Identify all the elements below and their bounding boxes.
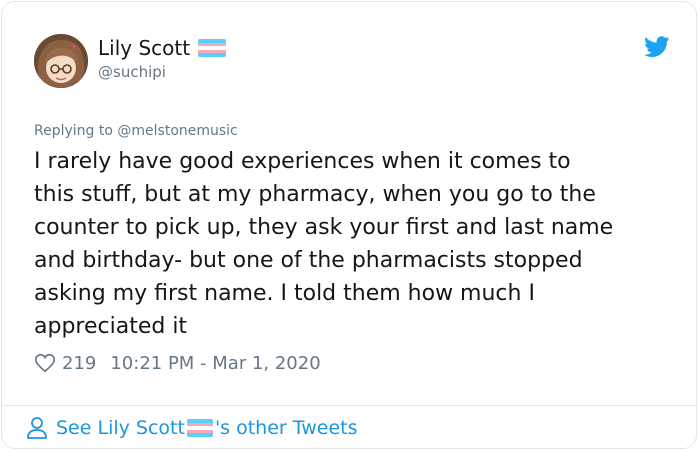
divider <box>2 405 696 406</box>
footer-suffix[interactable]: 's other Tweets <box>215 417 358 439</box>
like-count[interactable]: 219 <box>62 353 96 374</box>
author-handle[interactable]: @suchipi <box>98 63 166 81</box>
reply-prefix: Replying to <box>34 123 118 139</box>
tweet-timestamp[interactable]: 10:21 PM - Mar 1, 2020 <box>110 353 320 374</box>
reply-handle-link[interactable]: @melstonemusic <box>117 123 237 139</box>
trans-flag-icon <box>198 39 227 57</box>
twitter-bird-icon[interactable] <box>644 36 670 58</box>
trans-flag-icon <box>186 419 213 437</box>
tweet-meta: 219 10:21 PM - Mar 1, 2020 <box>34 352 321 374</box>
heart-icon[interactable] <box>34 352 56 374</box>
tweet-card: Lily Scott @suchipi Replying to @melston… <box>1 1 697 449</box>
avatar[interactable] <box>34 34 88 88</box>
author-name-row[interactable]: Lily Scott <box>98 36 227 60</box>
person-icon <box>27 417 47 439</box>
see-other-tweets-link[interactable]: See Lily Scott 's other Tweets <box>26 416 357 440</box>
replying-to: Replying to @melstonemusic <box>34 123 238 139</box>
footer-prefix[interactable]: See Lily Scott <box>56 417 185 439</box>
author-display-name[interactable]: Lily Scott <box>98 36 190 60</box>
tweet-text: I rarely have good experiences when it c… <box>34 149 614 339</box>
avatar-icon <box>34 34 88 88</box>
